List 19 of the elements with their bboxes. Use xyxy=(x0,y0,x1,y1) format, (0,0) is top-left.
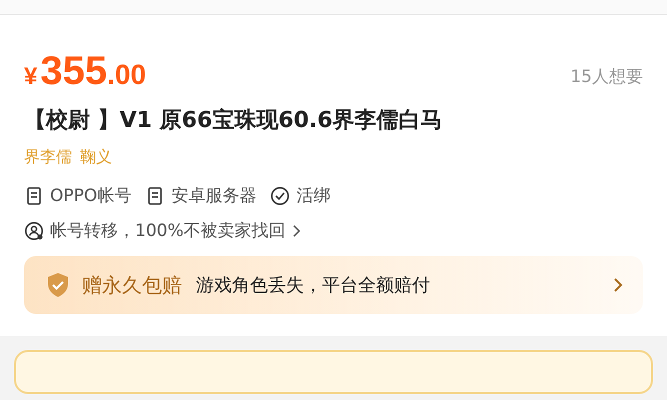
chevron-right-icon xyxy=(292,224,301,238)
guarantee-text: 游戏角色丢失，平台全额赔付 xyxy=(196,274,431,297)
check-circle-icon xyxy=(270,186,290,206)
attribute-label: 活绑 xyxy=(296,185,330,207)
chevron-right-icon xyxy=(613,277,623,293)
transfer-link[interactable]: 帐号转移，100%不被卖家找回 xyxy=(24,219,301,242)
document-icon xyxy=(24,186,44,206)
hero-tag: 鞠义 xyxy=(80,147,112,168)
price-integer: 355 xyxy=(40,48,108,94)
guarantee-label: 赠永久包赔 xyxy=(82,272,182,298)
attribute-label: 安卓服务器 xyxy=(171,185,256,207)
shield-check-icon xyxy=(46,272,70,298)
wants-count: 15人想要 xyxy=(570,66,643,88)
hero-tag: 界李儒 xyxy=(24,147,72,168)
guarantee-banner[interactable]: 赠永久包赔 游戏角色丢失，平台全额赔付 xyxy=(24,256,643,314)
price-decimal: .00 xyxy=(107,58,146,90)
currency-symbol: ¥ xyxy=(24,62,38,90)
attribute-label: OPPO帐号 xyxy=(50,185,132,207)
listing-title: 【校尉 】V1 原66宝珠现60.6界李儒白马 xyxy=(24,106,444,135)
